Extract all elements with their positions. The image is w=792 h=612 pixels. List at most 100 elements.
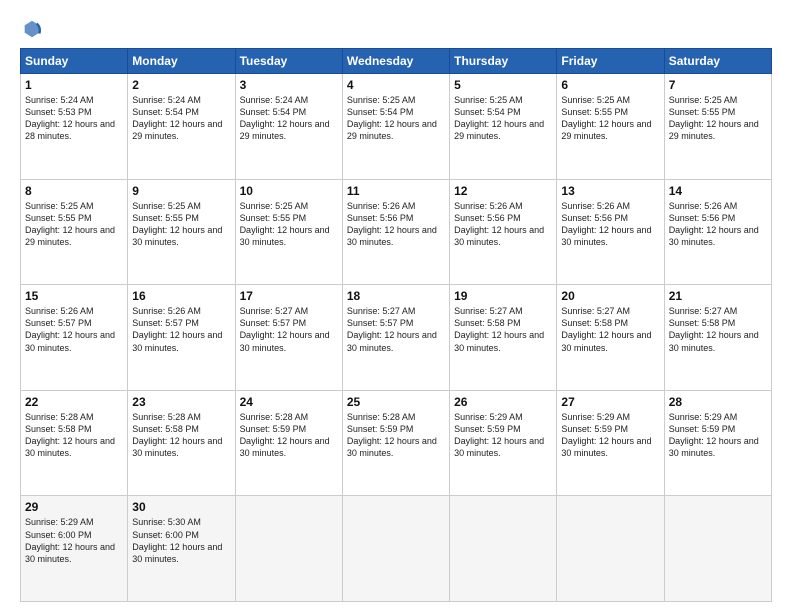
day-number: 22 [25,395,123,409]
cell-details: Sunrise: 5:25 AMSunset: 5:55 PMDaylight:… [669,94,767,143]
day-number: 24 [240,395,338,409]
calendar-cell: 11Sunrise: 5:26 AMSunset: 5:56 PMDayligh… [342,179,449,285]
day-number: 21 [669,289,767,303]
calendar-cell: 17Sunrise: 5:27 AMSunset: 5:57 PMDayligh… [235,285,342,391]
calendar-cell: 18 Sunrise: 5:27 AMSunset: 5:57 PMDayligh… [342,285,449,391]
col-header-saturday: Saturday [664,49,771,74]
day-number: 10 [240,184,338,198]
week-row: 1 Sunrise: 5:24 AMSunset: 5:53 PMDaylight… [21,74,772,180]
day-number: 18 [347,289,445,303]
calendar-cell: 3 Sunrise: 5:24 AMSunset: 5:54 PMDaylight… [235,74,342,180]
header [20,18,772,40]
cell-details: Sunrise: 5:28 AMSunset: 5:59 PMDaylight:… [240,411,338,460]
day-number: 6 [561,78,659,92]
day-number: 23 [132,395,230,409]
day-number: 14 [669,184,767,198]
calendar-cell: 5 Sunrise: 5:25 AMSunset: 5:54 PMDaylight… [450,74,557,180]
calendar-cell: 28 Sunrise: 5:29 AMSunset: 5:59 PMDayligh… [664,390,771,496]
day-number: 25 [347,395,445,409]
day-number: 2 [132,78,230,92]
cell-details: Sunrise: 5:24 AMSunset: 5:54 PMDaylight:… [240,94,338,143]
calendar-cell: 26 Sunrise: 5:29 AMSunset: 5:59 PMDayligh… [450,390,557,496]
cell-details: Sunrise: 5:25 AMSunset: 5:54 PMDaylight:… [347,94,445,143]
logo-text [20,18,44,40]
cell-details: Sunrise: 5:27 AMSunset: 5:58 PMDaylight:… [669,305,767,354]
col-header-wednesday: Wednesday [342,49,449,74]
calendar-cell: 20Sunrise: 5:27 AMSunset: 5:58 PMDayligh… [557,285,664,391]
col-header-sunday: Sunday [21,49,128,74]
calendar-cell: 29 Sunrise: 5:29 AMSunset: 6:00 PMDayligh… [21,496,128,602]
day-number: 7 [669,78,767,92]
cell-details: Sunrise: 5:27 AMSunset: 5:57 PMDaylight:… [347,305,445,354]
cell-details: Sunrise: 5:29 AMSunset: 5:59 PMDaylight:… [454,411,552,460]
cell-details: Sunrise: 5:27 AMSunset: 5:57 PMDaylight:… [240,305,338,354]
calendar-cell [342,496,449,602]
day-number: 1 [25,78,123,92]
day-number: 29 [25,500,123,514]
calendar-cell: 27 Sunrise: 5:29 AMSunset: 5:59 PMDayligh… [557,390,664,496]
day-number: 4 [347,78,445,92]
cell-details: Sunrise: 5:25 AMSunset: 5:55 PMDaylight:… [240,200,338,249]
calendar-cell: 6 Sunrise: 5:25 AMSunset: 5:55 PMDaylight… [557,74,664,180]
calendar-cell: 12 Sunrise: 5:26 AMSunset: 5:56 PMDayligh… [450,179,557,285]
calendar-cell [450,496,557,602]
cell-details: Sunrise: 5:29 AMSunset: 5:59 PMDaylight:… [669,411,767,460]
calendar-cell: 23 Sunrise: 5:28 AMSunset: 5:58 PMDayligh… [128,390,235,496]
day-number: 16 [132,289,230,303]
calendar-cell: 7 Sunrise: 5:25 AMSunset: 5:55 PMDaylight… [664,74,771,180]
cell-details: Sunrise: 5:26 AMSunset: 5:56 PMDaylight:… [561,200,659,249]
cell-details: Sunrise: 5:25 AMSunset: 5:55 PMDaylight:… [561,94,659,143]
calendar-header: SundayMondayTuesdayWednesdayThursdayFrid… [21,49,772,74]
day-number: 12 [454,184,552,198]
cell-details: Sunrise: 5:30 AMSunset: 6:00 PMDaylight:… [132,516,230,565]
page: SundayMondayTuesdayWednesdayThursdayFrid… [0,0,792,612]
cell-details: Sunrise: 5:29 AMSunset: 6:00 PMDaylight:… [25,516,123,565]
calendar: SundayMondayTuesdayWednesdayThursdayFrid… [20,48,772,602]
day-number: 15 [25,289,123,303]
day-number: 8 [25,184,123,198]
day-number: 28 [669,395,767,409]
calendar-cell: 22 Sunrise: 5:28 AMSunset: 5:58 PMDayligh… [21,390,128,496]
cell-details: Sunrise: 5:26 AMSunset: 5:56 PMDaylight:… [454,200,552,249]
col-header-friday: Friday [557,49,664,74]
calendar-cell: 14Sunrise: 5:26 AMSunset: 5:56 PMDayligh… [664,179,771,285]
calendar-cell: 25 Sunrise: 5:28 AMSunset: 5:59 PMDayligh… [342,390,449,496]
calendar-cell: 30Sunrise: 5:30 AMSunset: 6:00 PMDayligh… [128,496,235,602]
calendar-cell: 16Sunrise: 5:26 AMSunset: 5:57 PMDayligh… [128,285,235,391]
calendar-cell: 15 Sunrise: 5:26 AMSunset: 5:57 PMDayligh… [21,285,128,391]
calendar-cell [557,496,664,602]
col-header-monday: Monday [128,49,235,74]
col-header-tuesday: Tuesday [235,49,342,74]
calendar-cell [235,496,342,602]
calendar-cell: 21 Sunrise: 5:27 AMSunset: 5:58 PMDayligh… [664,285,771,391]
calendar-cell: 2 Sunrise: 5:24 AMSunset: 5:54 PMDaylight… [128,74,235,180]
day-number: 9 [132,184,230,198]
day-number: 11 [347,184,445,198]
cell-details: Sunrise: 5:24 AMSunset: 5:53 PMDaylight:… [25,94,123,143]
cell-details: Sunrise: 5:28 AMSunset: 5:58 PMDaylight:… [132,411,230,460]
cell-details: Sunrise: 5:29 AMSunset: 5:59 PMDaylight:… [561,411,659,460]
day-number: 20 [561,289,659,303]
day-number: 5 [454,78,552,92]
day-number: 19 [454,289,552,303]
cell-details: Sunrise: 5:25 AMSunset: 5:54 PMDaylight:… [454,94,552,143]
calendar-body: 1 Sunrise: 5:24 AMSunset: 5:53 PMDaylight… [21,74,772,602]
week-row: 22 Sunrise: 5:28 AMSunset: 5:58 PMDayligh… [21,390,772,496]
week-row: 29 Sunrise: 5:29 AMSunset: 6:00 PMDayligh… [21,496,772,602]
week-row: 15 Sunrise: 5:26 AMSunset: 5:57 PMDayligh… [21,285,772,391]
cell-details: Sunrise: 5:28 AMSunset: 5:59 PMDaylight:… [347,411,445,460]
week-row: 8 Sunrise: 5:25 AMSunset: 5:55 PMDaylight… [21,179,772,285]
logo [20,18,44,40]
cell-details: Sunrise: 5:24 AMSunset: 5:54 PMDaylight:… [132,94,230,143]
cell-details: Sunrise: 5:26 AMSunset: 5:57 PMDaylight:… [25,305,123,354]
calendar-cell: 1 Sunrise: 5:24 AMSunset: 5:53 PMDaylight… [21,74,128,180]
cell-details: Sunrise: 5:28 AMSunset: 5:58 PMDaylight:… [25,411,123,460]
logo-icon [21,18,43,40]
day-number: 27 [561,395,659,409]
day-number: 26 [454,395,552,409]
day-number: 3 [240,78,338,92]
calendar-cell: 4 Sunrise: 5:25 AMSunset: 5:54 PMDaylight… [342,74,449,180]
cell-details: Sunrise: 5:25 AMSunset: 5:55 PMDaylight:… [25,200,123,249]
calendar-cell [664,496,771,602]
cell-details: Sunrise: 5:27 AMSunset: 5:58 PMDaylight:… [454,305,552,354]
